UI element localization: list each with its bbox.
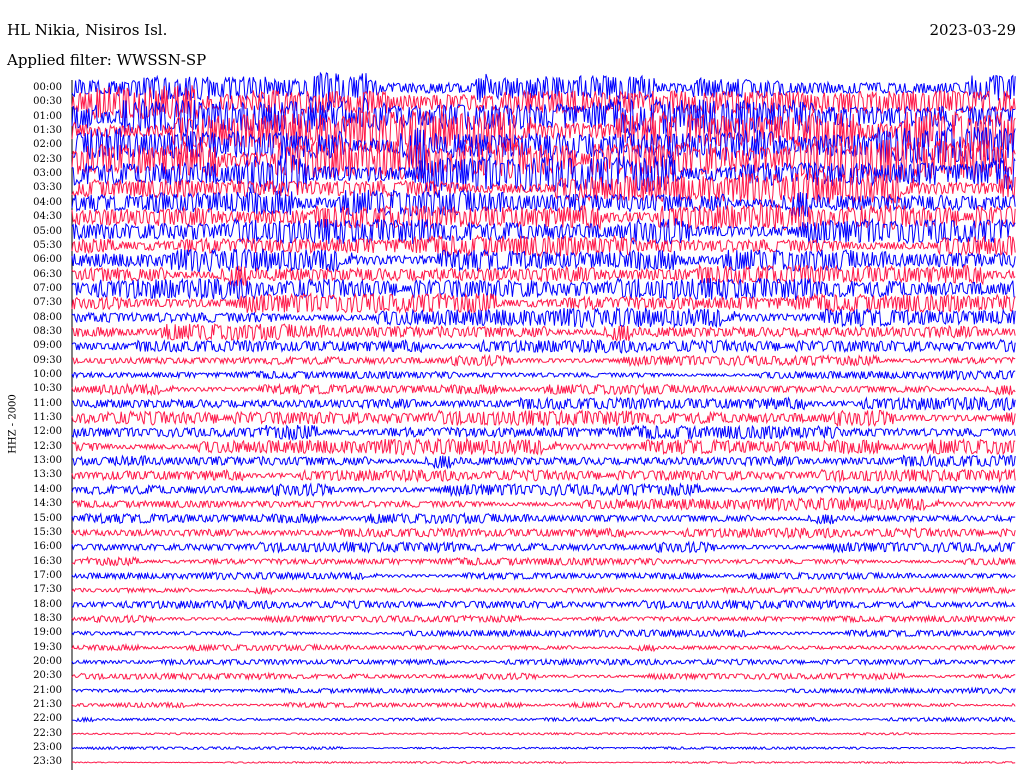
trace-row-1800 bbox=[71, 598, 1016, 611]
time-tick-label: 16:30 bbox=[33, 555, 62, 567]
trace-row-2100 bbox=[71, 686, 1016, 695]
trace-row-1100 bbox=[71, 396, 1016, 412]
time-tick-label: 22:30 bbox=[33, 727, 62, 739]
trace-row-1900 bbox=[71, 628, 1016, 639]
time-tick-label: 01:30 bbox=[33, 125, 62, 137]
time-tick-label: 20:30 bbox=[33, 670, 62, 682]
time-tick-label: 18:00 bbox=[33, 598, 62, 610]
time-tick-label: 20:00 bbox=[33, 656, 62, 667]
time-tick-label: 14:00 bbox=[33, 483, 62, 495]
time-tick-label: 17:00 bbox=[33, 569, 62, 581]
time-tick-label: 08:00 bbox=[33, 311, 62, 323]
time-tick-label: 21:30 bbox=[33, 699, 62, 711]
trace-row-1300 bbox=[71, 453, 1016, 470]
time-tick-label: 23:00 bbox=[33, 742, 62, 754]
time-tick-label: 19:30 bbox=[33, 641, 62, 653]
time-tick-label: 17:30 bbox=[33, 584, 62, 596]
time-tick-label: 09:00 bbox=[33, 340, 62, 352]
trace-row-2030 bbox=[71, 671, 1016, 682]
trace-row-1730 bbox=[71, 585, 1016, 596]
time-tick-label: 07:30 bbox=[33, 297, 62, 309]
trace-row-1500 bbox=[71, 511, 1016, 525]
time-tick-label: 23:30 bbox=[33, 756, 62, 768]
trace-row-2230 bbox=[71, 731, 1016, 736]
trace-row-1830 bbox=[71, 614, 1016, 624]
time-tick-label: 08:30 bbox=[33, 325, 62, 337]
trace-row-2330 bbox=[71, 760, 1016, 765]
time-tick-label: 05:30 bbox=[33, 239, 62, 251]
trace-row-0430 bbox=[71, 203, 1016, 232]
time-tick-label: 15:30 bbox=[33, 526, 62, 538]
time-tick-label: 03:30 bbox=[33, 182, 62, 194]
trace-row-0900 bbox=[71, 338, 1016, 354]
trace-row-2130 bbox=[71, 700, 1016, 710]
trace-row-0830 bbox=[71, 323, 1016, 342]
trace-row-2200 bbox=[71, 716, 1016, 724]
trace-row-1530 bbox=[71, 526, 1016, 540]
trace-row-1430 bbox=[71, 496, 1016, 513]
trace-row-1030 bbox=[71, 382, 1016, 397]
trace-row-1630 bbox=[71, 555, 1016, 567]
time-tick-label: 12:30 bbox=[33, 440, 62, 452]
trace-row-2000 bbox=[71, 657, 1016, 667]
filter-label: Applied filter: WWSSN-SP bbox=[7, 51, 207, 69]
time-tick-label: 04:30 bbox=[33, 211, 62, 223]
time-tick-label: 18:30 bbox=[33, 612, 62, 624]
time-tick-label: 00:30 bbox=[33, 96, 62, 108]
time-tick-label: 02:30 bbox=[33, 153, 62, 165]
time-tick-label: 07:00 bbox=[33, 282, 62, 294]
time-tick-label: 22:00 bbox=[33, 713, 62, 725]
time-tick-label: 10:00 bbox=[33, 369, 62, 380]
trace-row-1230 bbox=[71, 436, 1016, 456]
time-tick-label: 21:00 bbox=[33, 684, 62, 696]
date-label: 2023-03-29 bbox=[929, 21, 1016, 39]
helicorder-plot bbox=[71, 71, 1016, 770]
trace-row-1330 bbox=[71, 468, 1016, 484]
time-tick-label: 03:00 bbox=[33, 168, 62, 180]
time-tick-label: 06:30 bbox=[33, 268, 62, 280]
trace-row-1700 bbox=[71, 571, 1016, 581]
time-tick-label: 09:30 bbox=[33, 354, 62, 366]
time-tick-label: 12:00 bbox=[33, 426, 62, 438]
time-tick-label: 19:00 bbox=[33, 627, 62, 639]
trace-row-0800 bbox=[71, 306, 1016, 329]
time-tick-label: 16:00 bbox=[33, 541, 62, 553]
time-tick-label: 13:00 bbox=[33, 455, 62, 467]
trace-row-2300 bbox=[71, 745, 1016, 751]
time-tick-label: 05:00 bbox=[33, 225, 62, 237]
time-tick-label: 11:00 bbox=[33, 397, 62, 409]
trace-row-1400 bbox=[71, 482, 1016, 498]
trace-row-0030 bbox=[71, 85, 1016, 121]
station-title: HL Nikia, Nisiros Isl. bbox=[7, 21, 168, 39]
trace-row-1130 bbox=[71, 409, 1016, 428]
time-tick-label: 11:30 bbox=[33, 412, 62, 424]
time-tick-label: 02:00 bbox=[33, 139, 62, 151]
time-tick-label: 00:00 bbox=[33, 82, 62, 93]
time-tick-label: 06:00 bbox=[33, 254, 62, 266]
trace-row-1600 bbox=[71, 540, 1016, 554]
time-tick-label: 14:30 bbox=[33, 498, 62, 510]
trace-row-1930 bbox=[71, 642, 1016, 653]
time-tick-label: 15:00 bbox=[33, 512, 62, 524]
time-tick-label: 01:00 bbox=[33, 110, 62, 122]
time-tick-label: 13:30 bbox=[33, 469, 62, 481]
trace-row-0930 bbox=[71, 353, 1016, 368]
time-tick-label: 04:00 bbox=[33, 196, 62, 208]
trace-row-0630 bbox=[71, 263, 1016, 287]
trace-row-1200 bbox=[71, 424, 1016, 442]
time-tick-label: 10:30 bbox=[33, 383, 62, 395]
trace-row-1000 bbox=[71, 369, 1016, 381]
